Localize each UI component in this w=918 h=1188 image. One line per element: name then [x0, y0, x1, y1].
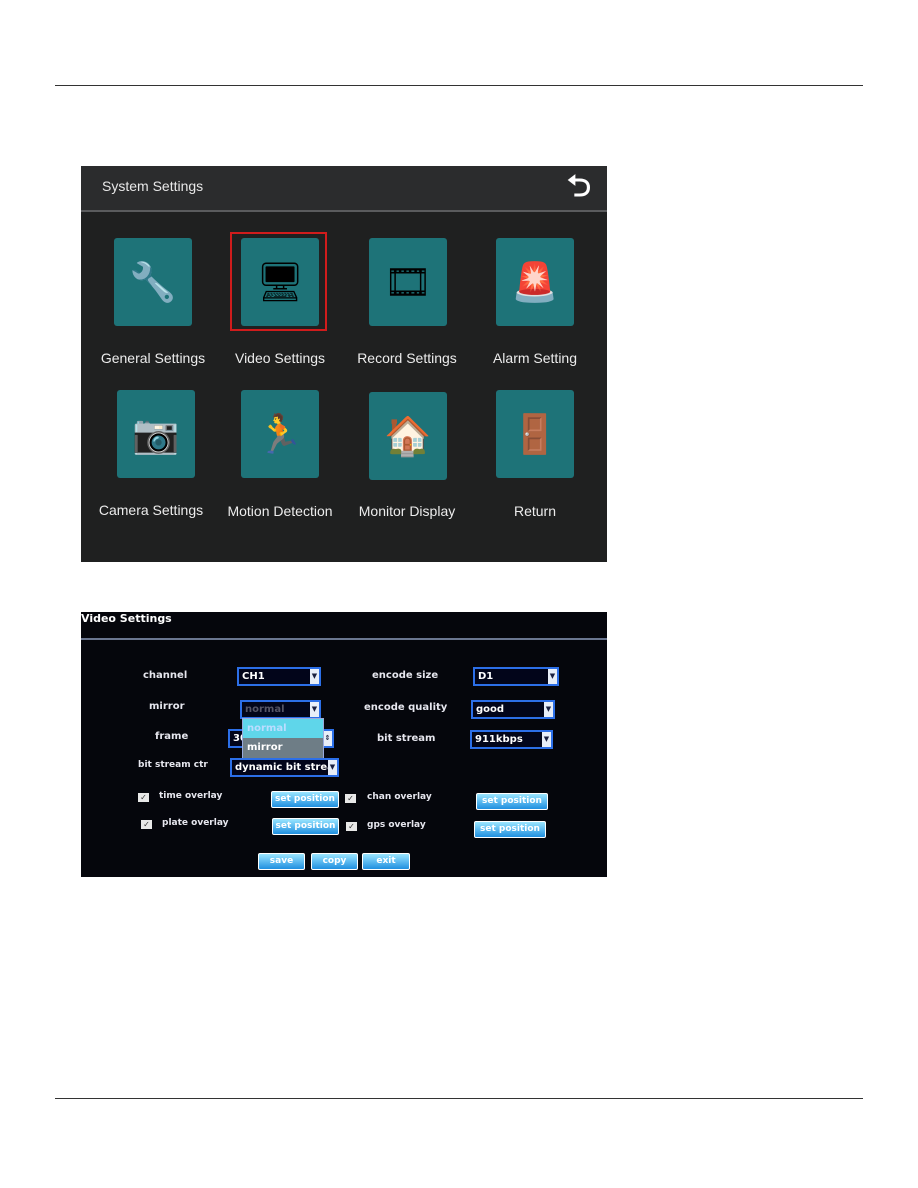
- encode-size-value: D1: [478, 671, 494, 682]
- plate-set-position-button[interactable]: set position: [272, 818, 339, 835]
- mirror-dropdown-list: normal mirror: [242, 718, 324, 759]
- bit-stream-select[interactable]: 911kbps ▼: [470, 730, 553, 749]
- chan-overlay-label: chan overlay: [367, 792, 432, 802]
- encode-quality-value: good: [476, 704, 505, 715]
- item-general-settings[interactable]: General Settings: [88, 350, 218, 366]
- chevron-down-icon: ▼: [542, 732, 551, 747]
- bit-stream-label: bit stream: [377, 733, 436, 744]
- gps-overlay-label: gps overlay: [367, 820, 426, 830]
- encode-quality-label: encode quality: [364, 702, 448, 713]
- exit-button[interactable]: exit: [362, 853, 410, 870]
- gps-overlay-checkbox[interactable]: ✓: [346, 822, 357, 831]
- siren-gear-icon[interactable]: 🚨: [496, 238, 574, 326]
- item-monitor-display[interactable]: Monitor Display: [342, 503, 472, 519]
- footer-rule: [55, 1098, 863, 1099]
- bit-stream-ctr-value: dynamic bit strea: [235, 762, 334, 773]
- option-normal[interactable]: normal: [243, 719, 323, 738]
- page-title: System Settings: [102, 178, 204, 194]
- wrench-gear-icon[interactable]: 🔧: [114, 238, 192, 326]
- plate-overlay-checkbox[interactable]: ✓: [141, 820, 152, 829]
- system-settings-screenshot: System Settings ⮌ 🔧 🖥 🎞 🚨 📷 🏃 🏠 🚪 Genera…: [81, 166, 607, 562]
- channel-value: CH1: [242, 671, 265, 682]
- manual-page: System Settings ⮌ 🔧 🖥 🎞 🚨 📷 🏃 🏠 🚪 Genera…: [0, 0, 918, 1188]
- page-title: Video Settings: [81, 612, 172, 625]
- monitor-home-icon[interactable]: 🏠: [369, 392, 447, 480]
- encode-quality-select[interactable]: good ▼: [471, 700, 555, 719]
- title-divider: [81, 638, 607, 640]
- item-motion-detection[interactable]: Motion Detection: [215, 503, 345, 519]
- chevron-down-icon: ▼: [328, 760, 337, 775]
- title-bar: System Settings ⮌: [81, 166, 607, 212]
- chevron-down-icon: ▼: [548, 669, 557, 684]
- stepper-icon[interactable]: ⇕: [323, 731, 332, 746]
- monitor-code-gear-icon[interactable]: 🖥: [241, 238, 319, 326]
- time-overlay-label: time overlay: [159, 791, 223, 801]
- gps-set-position-button[interactable]: set position: [474, 821, 546, 838]
- exit-door-icon[interactable]: 🚪: [496, 390, 574, 478]
- time-overlay-checkbox[interactable]: ✓: [138, 793, 149, 802]
- channel-select[interactable]: CH1 ▼: [237, 667, 321, 686]
- item-video-settings[interactable]: Video Settings: [215, 350, 345, 366]
- header-rule: [55, 85, 863, 86]
- runner-icon[interactable]: 🏃: [241, 390, 319, 478]
- encode-size-label: encode size: [372, 670, 439, 681]
- film-reel-gear-icon[interactable]: 🎞: [369, 238, 447, 326]
- chevron-down-icon: ▼: [310, 702, 319, 717]
- bit-stream-ctr-label: bit stream ctr: [138, 760, 208, 770]
- chevron-down-icon: ▼: [310, 669, 319, 684]
- item-return[interactable]: Return: [470, 503, 600, 519]
- chevron-down-icon: ▼: [544, 702, 553, 717]
- plate-overlay-label: plate overlay: [162, 818, 229, 828]
- chan-overlay-checkbox[interactable]: ✓: [345, 794, 356, 803]
- chan-set-position-button[interactable]: set position: [476, 793, 548, 810]
- save-button[interactable]: save: [258, 853, 305, 870]
- time-set-position-button[interactable]: set position: [271, 791, 339, 808]
- mirror-select[interactable]: normal ▼: [240, 700, 321, 719]
- webcam-plus-icon[interactable]: 📷: [117, 390, 195, 478]
- mirror-label: mirror: [149, 701, 185, 712]
- bit-stream-ctr-select[interactable]: dynamic bit strea ▼: [230, 758, 339, 777]
- bit-stream-value: 911kbps: [475, 734, 523, 745]
- item-camera-settings[interactable]: Camera Settings: [86, 502, 216, 518]
- option-mirror[interactable]: mirror: [243, 738, 323, 757]
- mirror-value: normal: [245, 704, 285, 715]
- video-settings-screenshot: Video Settings channel CH1 ▼ encode size …: [81, 612, 607, 877]
- copy-button[interactable]: copy: [311, 853, 358, 870]
- return-arrow-icon[interactable]: ⮌: [567, 170, 591, 204]
- item-record-settings[interactable]: Record Settings: [342, 350, 472, 366]
- frame-label: frame: [155, 731, 189, 742]
- channel-label: channel: [143, 670, 188, 681]
- item-alarm-setting[interactable]: Alarm Setting: [470, 350, 600, 366]
- encode-size-select[interactable]: D1 ▼: [473, 667, 559, 686]
